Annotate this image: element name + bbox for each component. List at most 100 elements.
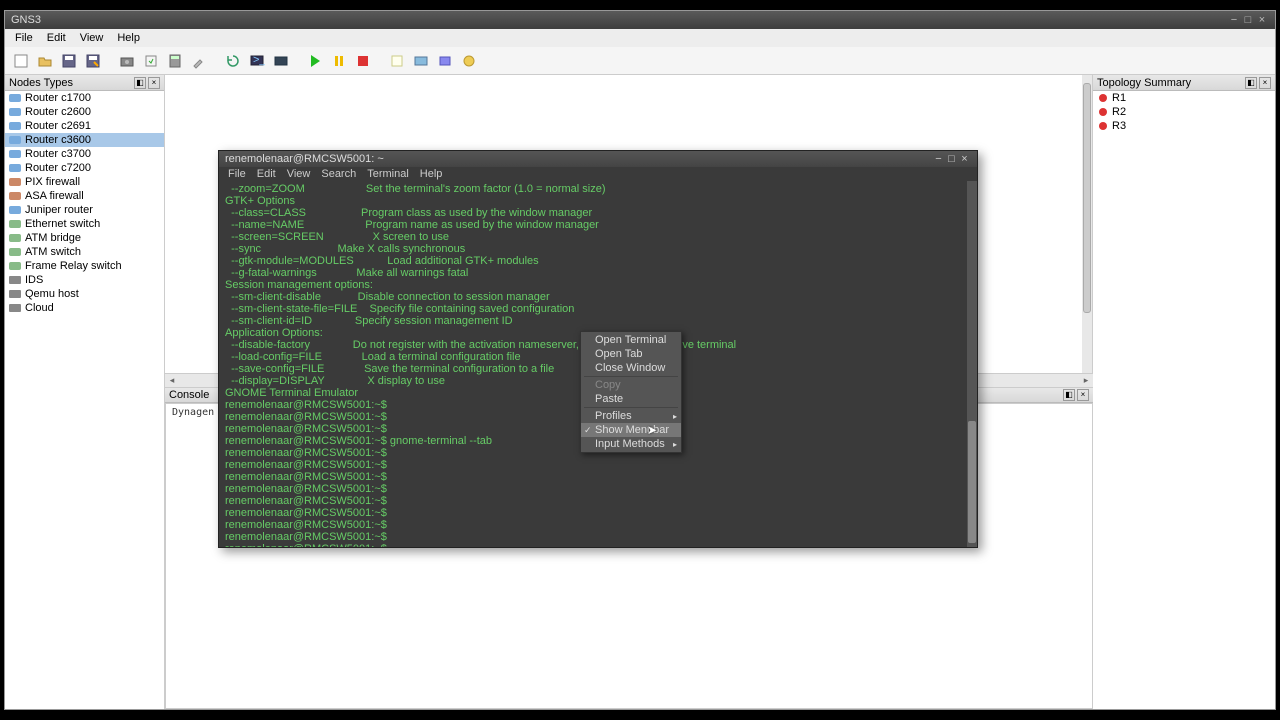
router-icon bbox=[9, 178, 21, 186]
terminal-close-icon[interactable]: × bbox=[958, 153, 971, 165]
canvas-vscroll[interactable] bbox=[1082, 75, 1092, 373]
terminal-line: renemolenaar@RMCSW5001:~$ bbox=[225, 495, 971, 507]
node-label: Router c1700 bbox=[25, 92, 91, 104]
snapshot-button[interactable] bbox=[117, 51, 137, 71]
terminal-line: renemolenaar@RMCSW5001:~$ bbox=[225, 471, 971, 483]
topology-item[interactable]: R3 bbox=[1093, 119, 1275, 133]
node-item[interactable]: Juniper router bbox=[5, 203, 164, 217]
context-menu-item[interactable]: Open Tab bbox=[581, 347, 681, 361]
terminal-line: --gtk-module=MODULES Load additional GTK… bbox=[225, 255, 971, 267]
rectangle-button[interactable] bbox=[435, 51, 455, 71]
term-menu-file[interactable]: File bbox=[223, 168, 251, 180]
scroll-left-icon[interactable]: ◂ bbox=[165, 374, 179, 387]
context-menu-item[interactable]: Close Window bbox=[581, 361, 681, 375]
node-label: Router c3700 bbox=[25, 148, 91, 160]
router-icon bbox=[9, 94, 21, 102]
menu-file[interactable]: File bbox=[9, 31, 39, 45]
ellipse-button[interactable] bbox=[459, 51, 479, 71]
term-menu-terminal[interactable]: Terminal bbox=[362, 168, 414, 180]
node-item[interactable]: Frame Relay switch bbox=[5, 259, 164, 273]
node-item[interactable]: ASA firewall bbox=[5, 189, 164, 203]
console-panel-title: Console bbox=[169, 389, 209, 401]
node-item[interactable]: Router c3700 bbox=[5, 147, 164, 161]
minimize-icon[interactable]: − bbox=[1227, 14, 1241, 26]
save-button[interactable] bbox=[59, 51, 79, 71]
context-menu-item[interactable]: Open Terminal bbox=[581, 333, 681, 347]
context-menu-item[interactable]: Input Methods▸ bbox=[581, 437, 681, 451]
export-button[interactable] bbox=[141, 51, 161, 71]
menu-help[interactable]: Help bbox=[111, 31, 146, 45]
open-button[interactable] bbox=[35, 51, 55, 71]
menu-view[interactable]: View bbox=[74, 31, 110, 45]
terminal-line: --zoom=ZOOM Set the terminal's zoom fact… bbox=[225, 183, 971, 195]
router-icon bbox=[9, 136, 21, 144]
router-icon bbox=[9, 248, 21, 256]
console-float-icon[interactable]: ◧ bbox=[1063, 389, 1075, 401]
node-item[interactable]: Router c2691 bbox=[5, 119, 164, 133]
router-icon bbox=[9, 164, 21, 172]
node-item[interactable]: Cloud bbox=[5, 301, 164, 315]
nodes-panel-header[interactable]: Nodes Types ◧ × bbox=[5, 75, 164, 91]
node-item[interactable]: Router c2600 bbox=[5, 105, 164, 119]
maximize-icon[interactable]: □ bbox=[1241, 14, 1255, 26]
menubar: File Edit View Help bbox=[5, 29, 1275, 47]
node-item[interactable]: Qemu host bbox=[5, 287, 164, 301]
pause-button[interactable] bbox=[329, 51, 349, 71]
play-button[interactable] bbox=[305, 51, 325, 71]
node-list[interactable]: Router c1700Router c2600Router c2691Rout… bbox=[5, 91, 164, 709]
topology-panel-header[interactable]: Topology Summary ◧ × bbox=[1093, 75, 1275, 91]
telnet-button[interactable]: >_ bbox=[247, 51, 267, 71]
terminal-minimize-icon[interactable]: − bbox=[932, 153, 945, 165]
terminal-titlebar[interactable]: renemolenaar@RMCSW5001: ~ − □ × bbox=[219, 151, 977, 167]
image-button[interactable] bbox=[411, 51, 431, 71]
capture-button[interactable] bbox=[271, 51, 291, 71]
node-label: Router c7200 bbox=[25, 162, 91, 174]
node-item[interactable]: ATM bridge bbox=[5, 231, 164, 245]
nodes-panel-title: Nodes Types bbox=[9, 77, 73, 89]
new-project-button[interactable] bbox=[11, 51, 31, 71]
node-item[interactable]: Router c7200 bbox=[5, 161, 164, 175]
node-item[interactable]: ATM switch bbox=[5, 245, 164, 259]
context-menu: Open TerminalOpen TabClose WindowCopyPas… bbox=[580, 331, 682, 453]
context-menu-item[interactable]: Paste bbox=[581, 392, 681, 406]
node-label: Router c2691 bbox=[25, 120, 91, 132]
note-button[interactable] bbox=[387, 51, 407, 71]
node-item[interactable]: Ethernet switch bbox=[5, 217, 164, 231]
term-menu-view[interactable]: View bbox=[282, 168, 316, 180]
term-menu-search[interactable]: Search bbox=[316, 168, 361, 180]
titlebar[interactable]: GNS3 − □ × bbox=[5, 11, 1275, 29]
svg-text:>_: >_ bbox=[253, 54, 265, 66]
terminal-scrollbar[interactable] bbox=[967, 181, 977, 547]
panel-float-icon[interactable]: ◧ bbox=[134, 77, 146, 89]
terminal-maximize-icon[interactable]: □ bbox=[945, 153, 958, 165]
context-menu-item[interactable]: ✓Show Menubar bbox=[581, 423, 681, 437]
topology-list[interactable]: R1R2R3 bbox=[1093, 91, 1275, 709]
close-icon[interactable]: × bbox=[1255, 14, 1269, 26]
status-dot-icon bbox=[1099, 122, 1107, 130]
terminal-line: --sm-client-state-file=FILE Specify file… bbox=[225, 303, 971, 315]
scroll-right-icon[interactable]: ▸ bbox=[1079, 374, 1093, 387]
terminal-line: renemolenaar@RMCSW5001:~$ bbox=[225, 507, 971, 519]
tool-button[interactable] bbox=[189, 51, 209, 71]
topology-item[interactable]: R2 bbox=[1093, 105, 1275, 119]
topology-float-icon[interactable]: ◧ bbox=[1245, 77, 1257, 89]
node-item[interactable]: PIX firewall bbox=[5, 175, 164, 189]
router-icon bbox=[9, 234, 21, 242]
console-close-icon[interactable]: × bbox=[1077, 389, 1089, 401]
panel-close-icon[interactable]: × bbox=[148, 77, 160, 89]
node-item[interactable]: IDS bbox=[5, 273, 164, 287]
node-item[interactable]: Router c1700 bbox=[5, 91, 164, 105]
saveas-button[interactable] bbox=[83, 51, 103, 71]
reload-button[interactable] bbox=[223, 51, 243, 71]
topology-close-icon[interactable]: × bbox=[1259, 77, 1271, 89]
term-menu-edit[interactable]: Edit bbox=[252, 168, 281, 180]
menu-edit[interactable]: Edit bbox=[41, 31, 72, 45]
calculate-button[interactable] bbox=[165, 51, 185, 71]
stop-button[interactable] bbox=[353, 51, 373, 71]
router-icon bbox=[9, 290, 21, 298]
topology-item[interactable]: R1 bbox=[1093, 91, 1275, 105]
context-menu-item[interactable]: Profiles▸ bbox=[581, 409, 681, 423]
node-item[interactable]: Router c3600 bbox=[5, 133, 164, 147]
term-menu-help[interactable]: Help bbox=[415, 168, 448, 180]
router-icon bbox=[9, 220, 21, 228]
